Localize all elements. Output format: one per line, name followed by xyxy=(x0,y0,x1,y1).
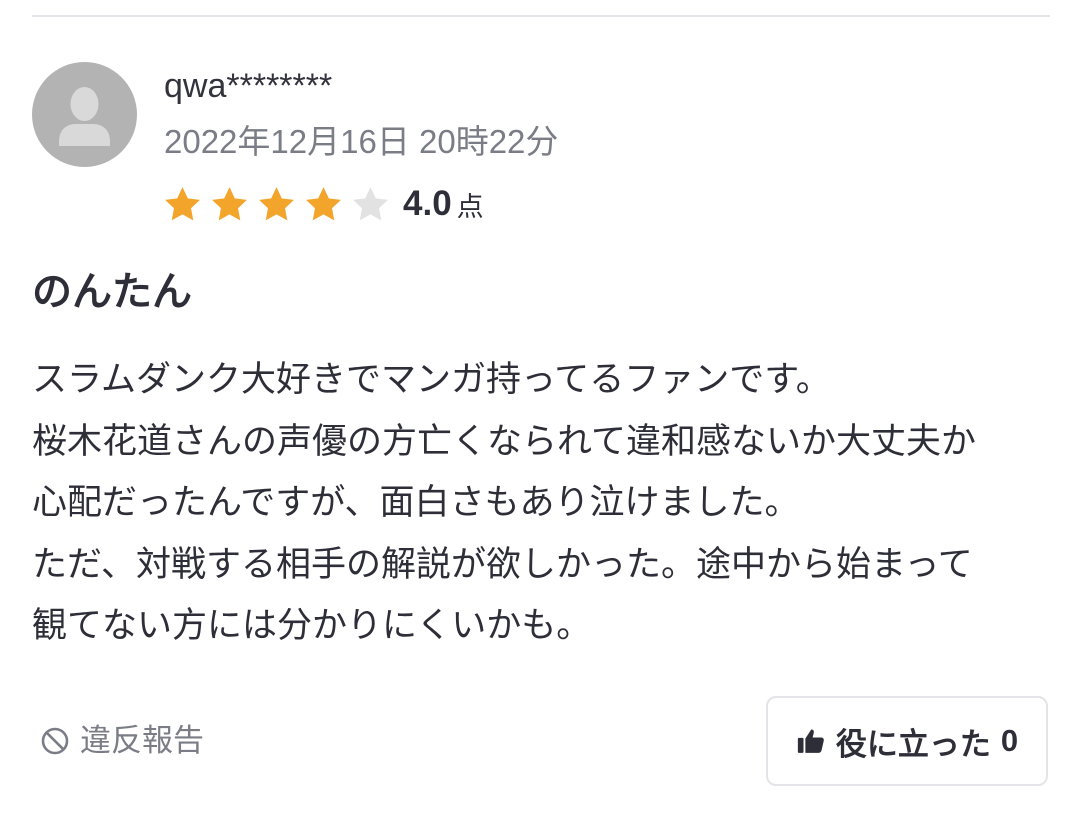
review-body-line: スラムダンク大好きでマンガ持ってるファンです。 xyxy=(32,360,831,399)
reviewer-name: qwa******** xyxy=(164,67,333,105)
review-body-line: 心配だったんですが、面白さもあり泣けました。 xyxy=(32,483,800,522)
review-body-line: 桜木花道さんの声優の方亡くなられて違和感ないか大丈夫か xyxy=(32,421,976,461)
helpful-count: 0 xyxy=(1000,723,1019,758)
star-icon xyxy=(303,184,344,225)
report-label: 違反報告 xyxy=(80,723,204,758)
avatar xyxy=(32,62,137,167)
user-silhouette-icon xyxy=(59,87,110,146)
star-rating: 4.0 点 xyxy=(162,181,484,227)
top-divider xyxy=(32,15,1050,17)
review-body-line: 観てない方には分かりにくいかも。 xyxy=(32,606,592,645)
rating-unit: 点 xyxy=(456,192,484,222)
star-icon xyxy=(350,184,391,225)
review-date: 2022年12月16日 20時22分 xyxy=(164,123,559,160)
prohibited-icon xyxy=(40,726,70,756)
review-title: のんたん xyxy=(32,270,192,314)
star-icon xyxy=(162,184,203,225)
review-body: スラムダンク大好きでマンガ持ってるファンです。 桜木花道さんの声優の方亡くなられ… xyxy=(32,349,1062,657)
helpful-button[interactable]: 役に立った 0 xyxy=(766,696,1048,786)
star-icon xyxy=(256,184,297,225)
rating-value: 4.0 xyxy=(403,184,452,223)
review-body-line: ただ、対戦する相手の解説が欲しかった。途中から始まって xyxy=(32,544,973,584)
helpful-label: 役に立った xyxy=(835,726,991,762)
star-icon xyxy=(209,184,250,225)
thumbs-up-icon xyxy=(796,726,826,756)
report-link[interactable]: 違反報告 xyxy=(40,718,204,764)
